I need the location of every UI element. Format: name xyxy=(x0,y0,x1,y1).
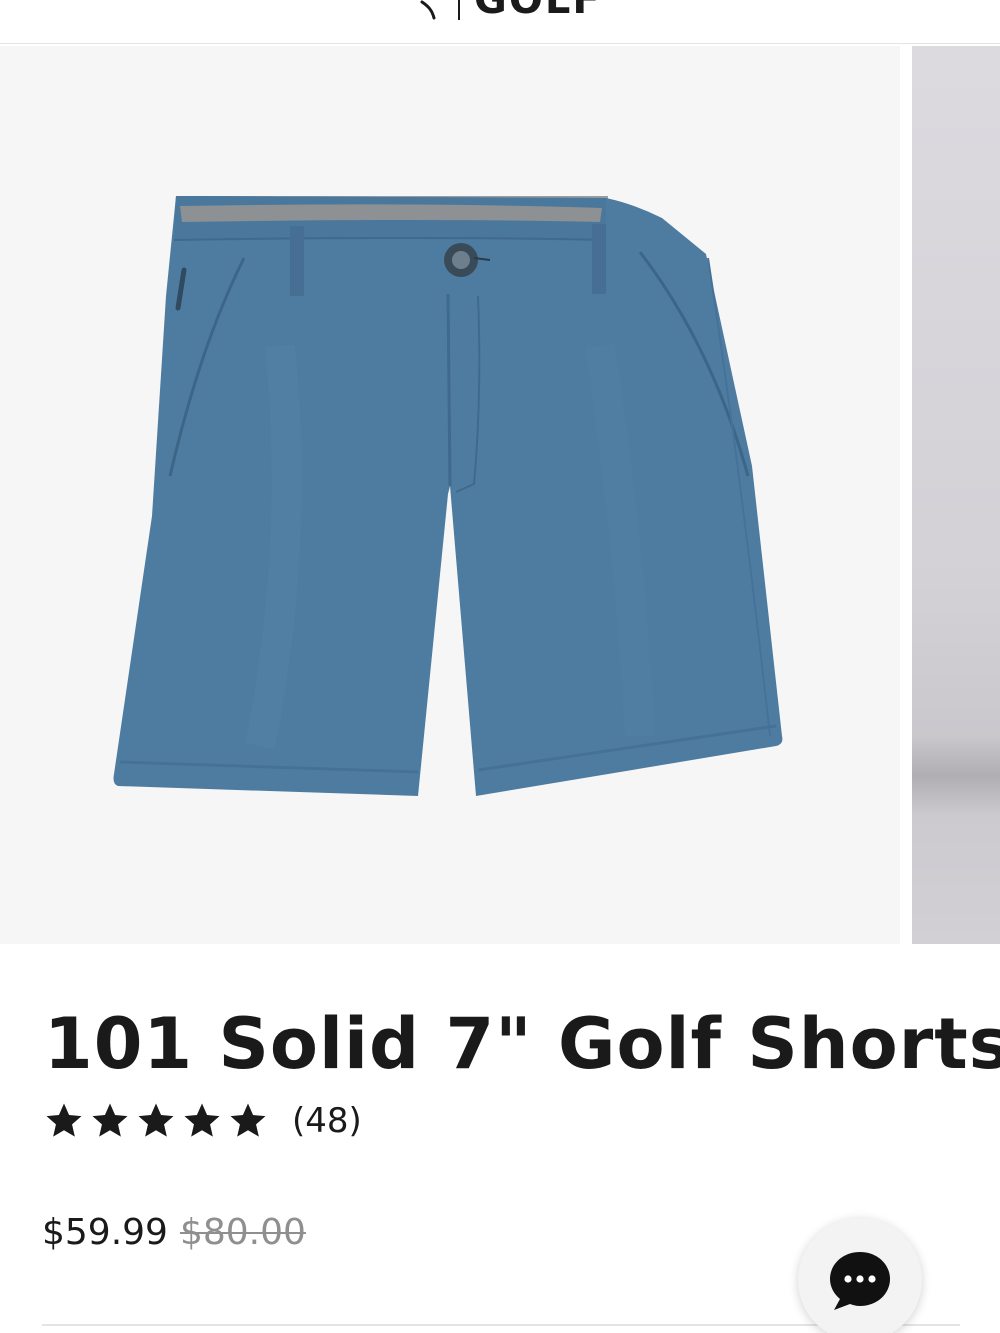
slide-next-shade xyxy=(912,736,1000,816)
original-price: $80.00 xyxy=(179,1212,306,1253)
star-icon xyxy=(92,1103,128,1137)
star-icon xyxy=(46,1103,82,1137)
search-icon[interactable] xyxy=(160,0,196,8)
product-title: 101 Solid 7" Golf Shorts xyxy=(44,1003,1000,1085)
gallery-slide-main[interactable] xyxy=(0,46,900,944)
site-header: GOLF xyxy=(0,0,1000,44)
sale-price: $59.99 xyxy=(42,1212,168,1253)
price: $59.99 $80.00 xyxy=(42,1208,306,1258)
puma-cat-logo-icon xyxy=(420,0,436,20)
product-image-gallery[interactable] xyxy=(0,46,1000,944)
logo-text: GOLF xyxy=(474,0,602,23)
rating-stars xyxy=(42,1100,270,1142)
star-icon xyxy=(184,1103,220,1137)
star-icon xyxy=(138,1103,174,1137)
chat-bubble-icon xyxy=(830,1252,890,1310)
review-count[interactable]: (48) xyxy=(292,1098,362,1144)
cart-icon[interactable] xyxy=(914,0,962,8)
gallery-slide-next[interactable] xyxy=(912,46,1000,944)
star-icon xyxy=(230,1103,266,1137)
product-rating[interactable]: (48) xyxy=(42,1098,362,1144)
logo-divider xyxy=(458,0,460,20)
product-page: GOLF 101 Solid 7" Golf Shorts (48) $59.9… xyxy=(0,0,1000,1333)
site-logo[interactable]: GOLF xyxy=(420,0,602,20)
account-icon[interactable] xyxy=(806,0,846,8)
product-image-shorts xyxy=(113,196,783,796)
chat-button[interactable] xyxy=(798,1218,922,1333)
